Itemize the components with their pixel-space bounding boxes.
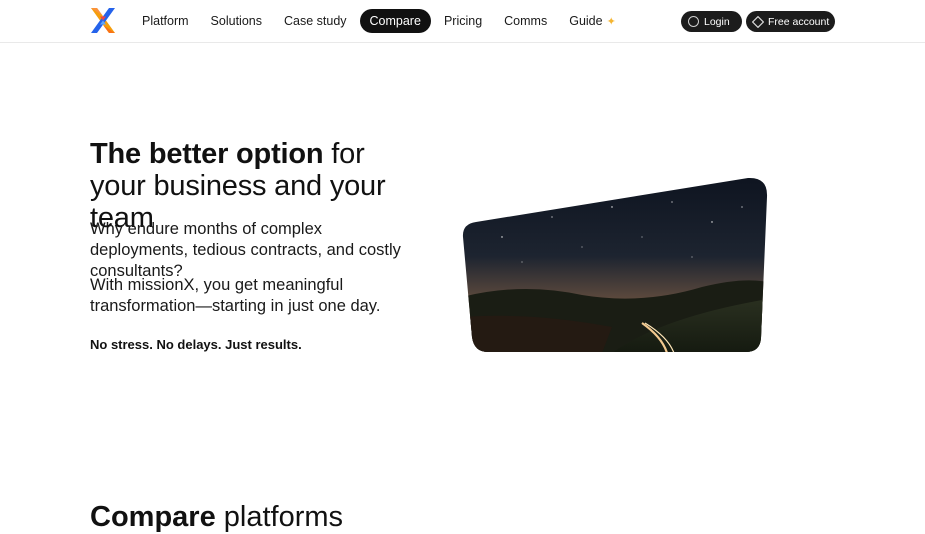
nav-guide[interactable]: Guide ✦ bbox=[558, 9, 627, 33]
login-button[interactable]: Login bbox=[681, 11, 742, 32]
nav-guide-label: Guide bbox=[569, 14, 603, 28]
nav-platform[interactable]: Platform bbox=[131, 9, 200, 33]
section-title: Compare platforms bbox=[90, 500, 343, 534]
section-title-light: platforms bbox=[215, 501, 344, 533]
brand-logo[interactable] bbox=[89, 7, 117, 34]
nav-case-study[interactable]: Case study bbox=[273, 9, 358, 33]
hero-tagline: No stress. No delays. Just results. bbox=[90, 337, 302, 352]
diamond-icon bbox=[752, 15, 764, 28]
nav-compare[interactable]: Compare bbox=[359, 9, 431, 33]
free-account-label: Free account bbox=[768, 15, 830, 28]
top-header: Platform Solutions Case study Compare Pr… bbox=[0, 0, 925, 43]
main-nav: Platform Solutions Case study Compare Pr… bbox=[131, 9, 627, 33]
hero-paragraph-2: With missionX, you get meaningful transf… bbox=[90, 276, 381, 315]
free-account-button[interactable]: Free account bbox=[746, 11, 835, 32]
nav-pricing[interactable]: Pricing bbox=[433, 9, 493, 33]
hero-title-bold: The better option bbox=[90, 138, 324, 170]
sparkle-icon: ✦ bbox=[606, 16, 616, 28]
hero-image bbox=[462, 177, 768, 353]
hero-paragraph-1: Why endure months of complex deployments… bbox=[90, 220, 401, 280]
section-title-bold: Compare bbox=[90, 501, 216, 533]
nav-solutions[interactable]: Solutions bbox=[200, 9, 273, 33]
user-circle-icon bbox=[688, 16, 699, 27]
nav-comms[interactable]: Comms bbox=[493, 9, 558, 33]
login-label: Login bbox=[704, 15, 730, 28]
